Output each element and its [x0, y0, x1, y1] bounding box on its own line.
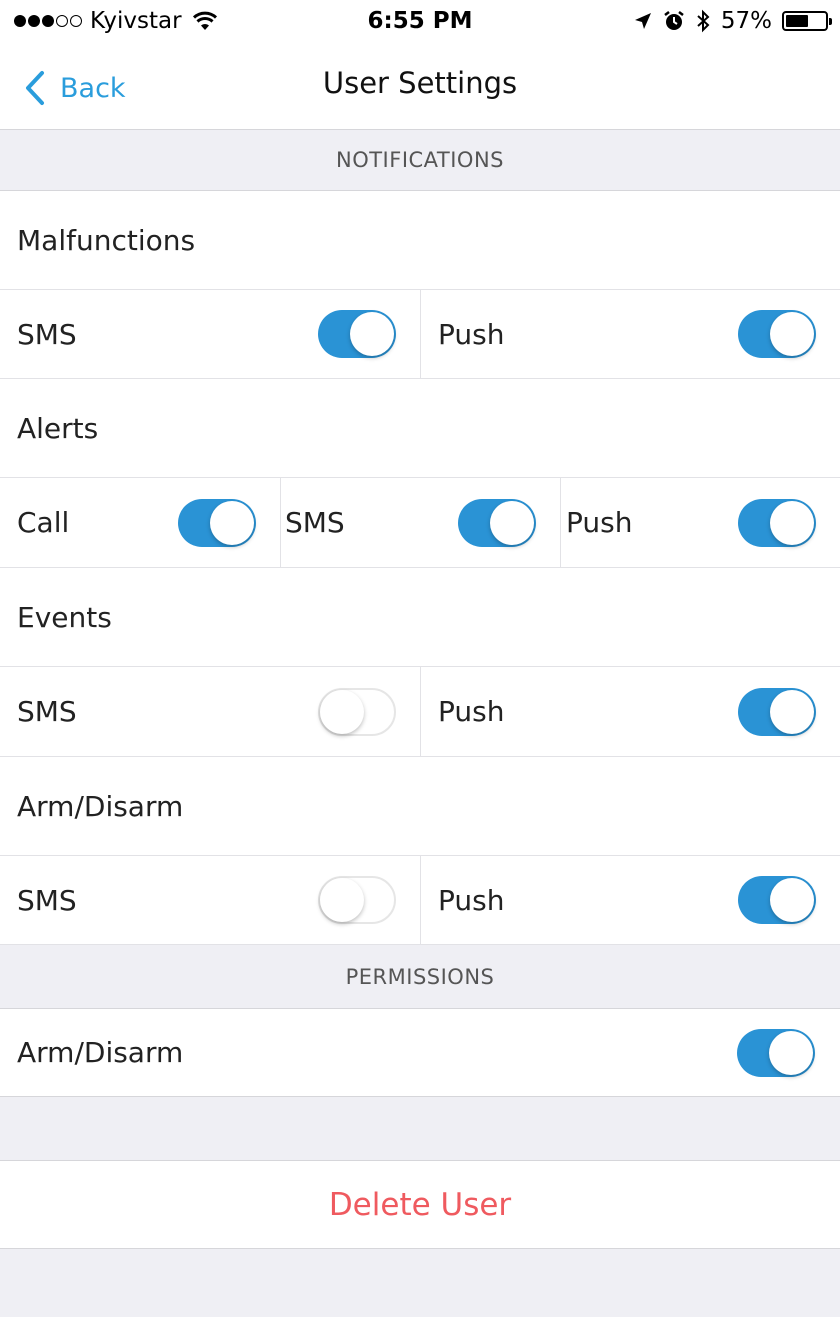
- toggle-knob: [320, 878, 364, 922]
- alerts-push-cell: Push: [560, 478, 840, 567]
- toggle-knob: [320, 689, 364, 734]
- malfunctions-push-cell: Push: [420, 290, 840, 378]
- malfunctions-push-toggle[interactable]: [738, 310, 816, 358]
- permission-arm-disarm-label: Arm/Disarm: [17, 1036, 184, 1069]
- alerts-call-label: Call: [17, 506, 70, 539]
- alerts-title: Alerts: [0, 379, 840, 478]
- arm-disarm-sms-label: SMS: [17, 883, 77, 917]
- arm-disarm-push-toggle[interactable]: [738, 876, 816, 924]
- toggle-knob: [769, 1030, 813, 1075]
- delete-user-button[interactable]: Delete User: [0, 1160, 840, 1249]
- status-bar: Kyivstar 6:55 PM 57%: [0, 0, 840, 42]
- events-title: Events: [0, 568, 840, 667]
- toggle-knob: [770, 500, 814, 545]
- alerts-push-label: Push: [566, 506, 633, 539]
- malfunctions-push-label: Push: [438, 317, 505, 351]
- permission-arm-disarm-cell: Arm/Disarm: [0, 1009, 840, 1096]
- malfunctions-sms-cell: SMS: [0, 290, 420, 378]
- alerts-call-toggle[interactable]: [178, 498, 256, 547]
- alerts-push-toggle[interactable]: [738, 498, 816, 547]
- events-options-row: SMS Push: [0, 667, 840, 757]
- arm-disarm-sms-toggle[interactable]: [318, 876, 396, 924]
- malfunctions-sms-toggle[interactable]: [318, 310, 396, 358]
- arm-disarm-push-cell: Push: [420, 856, 840, 944]
- status-right: 57%: [633, 6, 832, 36]
- arm-disarm-title: Arm/Disarm: [0, 757, 840, 856]
- battery-icon: [782, 11, 832, 31]
- arm-disarm-sms-cell: SMS: [0, 856, 420, 944]
- permissions-section-header: PERMISSIONS: [0, 945, 840, 1009]
- events-sms-label: SMS: [17, 695, 77, 728]
- events-push-toggle[interactable]: [738, 687, 816, 736]
- alerts-options-row: Call SMS Push: [0, 478, 840, 568]
- events-sms-toggle[interactable]: [318, 687, 396, 736]
- toggle-knob: [770, 878, 814, 922]
- toggle-knob: [770, 312, 814, 356]
- alerts-sms-label: SMS: [285, 506, 345, 539]
- alerts-sms-cell: SMS: [280, 478, 560, 567]
- arm-disarm-push-label: Push: [438, 883, 505, 917]
- bluetooth-icon: [697, 9, 710, 33]
- alerts-sms-toggle[interactable]: [458, 498, 536, 547]
- permission-arm-disarm-toggle[interactable]: [737, 1028, 815, 1077]
- location-arrow-icon: [634, 13, 651, 29]
- events-push-label: Push: [438, 695, 505, 728]
- alarm-clock-icon: [664, 11, 684, 30]
- toggle-knob: [770, 689, 814, 734]
- malfunctions-sms-label: SMS: [17, 317, 77, 351]
- navigation-bar: Back User Settings: [0, 42, 840, 130]
- battery-percent: 57%: [720, 8, 772, 34]
- page-title: User Settings: [322, 66, 518, 100]
- arm-disarm-options-row: SMS Push: [0, 856, 840, 945]
- alerts-call-cell: Call: [0, 478, 280, 567]
- events-push-cell: Push: [420, 667, 840, 756]
- permission-arm-disarm-row: Arm/Disarm: [0, 1009, 840, 1097]
- notifications-section-header: NOTIFICATIONS: [0, 130, 840, 191]
- events-sms-cell: SMS: [0, 667, 420, 756]
- toggle-knob: [490, 500, 534, 545]
- toggle-knob: [350, 312, 394, 356]
- malfunctions-options-row: SMS Push: [0, 290, 840, 379]
- malfunctions-title: Malfunctions: [0, 191, 840, 290]
- toggle-knob: [210, 500, 254, 545]
